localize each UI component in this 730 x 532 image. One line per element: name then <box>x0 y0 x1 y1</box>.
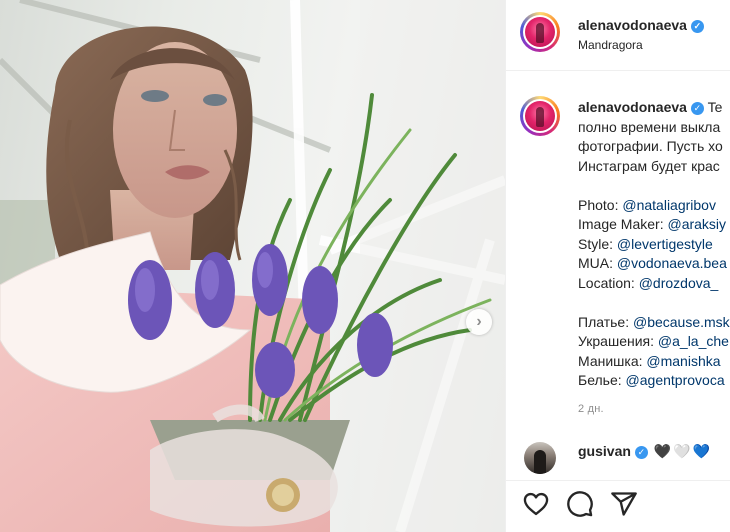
credit-label: Style: <box>578 235 617 252</box>
caption-username[interactable]: alenavodonaeva <box>578 99 687 115</box>
caption-line: фотографии. Пусть хо <box>578 138 723 154</box>
commenter-username[interactable]: gusivan <box>578 443 631 459</box>
credit-handle[interactable]: @because.msk <box>633 314 730 330</box>
post-photo[interactable]: › <box>0 0 505 532</box>
credit-label: Платье: <box>578 313 633 330</box>
post-location[interactable]: Mandragora <box>578 38 643 52</box>
verified-badge-icon: ✓ <box>634 446 648 459</box>
credit-handle[interactable]: @manishka <box>646 353 720 369</box>
verified-badge-icon: ✓ <box>690 102 704 115</box>
credit-line: Манишка: @manishka <box>578 352 730 372</box>
commenter-avatar[interactable] <box>524 442 556 474</box>
share-icon[interactable] <box>610 490 638 518</box>
credit-handle[interactable]: @nataliagribov <box>622 197 716 213</box>
post-caption: alenavodonaeva ✓ Te полно времени выкла ф… <box>578 98 730 419</box>
blue-heart-icon: 💙 <box>692 443 711 459</box>
white-heart-icon: 🤍 <box>673 443 691 459</box>
verified-badge-icon: ✓ <box>690 20 704 33</box>
heart-icon[interactable] <box>522 490 550 518</box>
comment: gusivan ✓ 🖤 🤍 💙 <box>578 443 710 460</box>
credit-handle[interactable]: @drozdova_ <box>639 275 719 291</box>
credit-label: Location: <box>578 274 639 291</box>
credit-line: Украшения: @a_la_che <box>578 332 730 352</box>
comment-icon[interactable] <box>566 490 594 518</box>
caption-author-avatar[interactable] <box>520 96 560 136</box>
author-username[interactable]: alenavodonaeva <box>578 17 687 33</box>
credit-line: Платье: @because.msk <box>578 313 730 333</box>
credit-handle[interactable]: @a_la_che <box>658 333 729 349</box>
credit-line: Photo: @nataliagribov <box>578 196 730 216</box>
photo-illustration <box>0 0 505 532</box>
caption-text: Te <box>707 99 723 115</box>
actions-divider <box>506 480 730 481</box>
author-header: alenavodonaeva ✓ <box>578 17 704 33</box>
credit-label: Image Maker: <box>578 216 668 232</box>
black-heart-icon: 🖤 <box>653 443 672 459</box>
credit-line: Style: @levertigestyle <box>578 235 730 255</box>
caption-line: полно времени выкла <box>578 118 721 135</box>
credit-label: Украшения: <box>578 333 658 349</box>
author-avatar[interactable] <box>520 12 560 52</box>
credit-label: MUA: <box>578 255 617 271</box>
header-divider <box>506 70 730 71</box>
credit-line: Image Maker: @araksiy <box>578 215 730 235</box>
credit-handle[interactable]: @vodonaeva.bea <box>617 255 727 271</box>
credit-handle[interactable]: @araksiy <box>667 216 726 232</box>
credit-label: Photo: <box>578 196 623 213</box>
credit-line: Белье: @agentprovoca <box>578 371 730 391</box>
post-side-panel: alenavodonaeva ✓ Mandragora alenavodonaev… <box>506 0 730 532</box>
action-bar <box>522 490 638 518</box>
credit-line: MUA: @vodonaeva.bea <box>578 254 730 274</box>
chevron-right-icon: › <box>476 313 482 330</box>
credit-handle[interactable]: @agentprovoca <box>626 372 725 388</box>
next-photo-button[interactable]: › <box>466 309 492 335</box>
caption-line: Инстаграм будет крас <box>578 157 720 174</box>
credit-label: Белье: <box>578 372 626 388</box>
credit-handle[interactable]: @levertigestyle <box>617 236 713 252</box>
credit-label: Манишка: <box>578 352 647 369</box>
credit-line: Location: @drozdova_ <box>578 274 730 294</box>
post-timestamp[interactable]: 2 дн. <box>578 400 730 420</box>
